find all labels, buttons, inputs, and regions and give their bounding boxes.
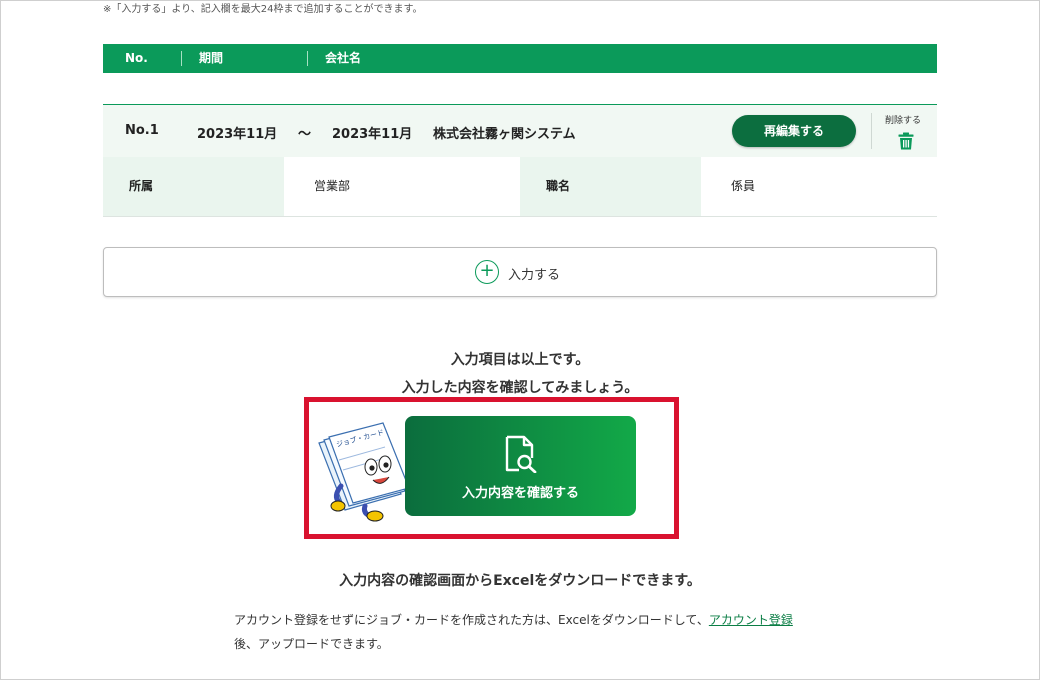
instructions-text-part1: アカウント登録をせずにジョブ・カードを作成された方は、Excelをダウンロードし…	[234, 613, 709, 627]
dept-value: 営業部	[284, 157, 520, 216]
job-card-mascot: ジョブ・カード	[318, 422, 410, 522]
header-no: No.	[125, 51, 148, 65]
job-title-label: 職名	[520, 157, 701, 216]
finish-message-line2: 入力した内容を確認してみましょう。	[401, 380, 639, 396]
document-search-icon	[505, 435, 537, 473]
entry-start-date: 2023年11月	[197, 127, 278, 142]
table-header: No. 期間 会社名	[103, 44, 937, 73]
add-entry-button[interactable]: + 入力する	[103, 247, 937, 297]
divider	[871, 113, 872, 149]
plus-circle-icon: +	[475, 260, 499, 284]
add-entry-label: 入力する	[508, 268, 561, 283]
upload-instructions: アカウント登録をせずにジョブ・カードを作成された方は、Excelをダウンロードし…	[234, 608, 814, 656]
entry-company: 株式会社霧ヶ関システム	[433, 127, 576, 142]
finish-message-line1: 入力項目は以上です。	[450, 352, 590, 368]
entry-end-date: 2023年11月	[332, 127, 413, 142]
entry-number: No.1	[125, 123, 159, 138]
entry-tilde: 〜	[298, 127, 312, 142]
confirm-input-button[interactable]: 入力内容を確認する	[405, 416, 636, 516]
dept-label: 所属	[103, 157, 284, 216]
header-period: 期間	[199, 51, 224, 65]
entry-row: No.1 2023年11月 〜 2023年11月 株式会社霧ヶ関システム 再編集…	[103, 104, 937, 158]
excel-download-heading: 入力内容の確認画面からExcelをダウンロードできます。	[339, 573, 701, 589]
trash-icon[interactable]	[898, 132, 914, 150]
entry-detail-row: 所属 営業部 職名 係員	[103, 157, 937, 217]
re-edit-button[interactable]: 再編集する	[732, 115, 856, 147]
account-register-link[interactable]: アカウント登録	[709, 613, 793, 627]
header-divider	[181, 51, 182, 66]
delete-label: 削除する	[885, 116, 922, 126]
job-title-value: 係員	[701, 157, 937, 216]
confirm-input-label: 入力内容を確認する	[461, 486, 579, 501]
max-entries-note: ※「入力する」より、記入欄を最大24枠まで追加することができます。	[103, 4, 423, 15]
header-company: 会社名	[325, 51, 362, 65]
instructions-text-part2: 後、アップロードできます。	[234, 637, 389, 651]
header-divider	[307, 51, 308, 66]
